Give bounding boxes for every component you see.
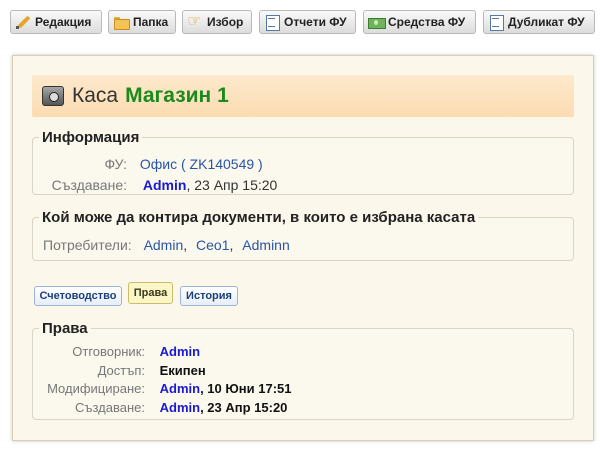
pointing-hand-icon [187, 11, 203, 31]
folder-button[interactable]: Папка [108, 10, 176, 34]
rights-created-row: Създаване: Admin, 23 Апр 15:20 [35, 400, 287, 415]
info-created-date: , 23 Апр 15:20 [186, 177, 278, 193]
folder-icon [113, 14, 130, 30]
rights-created-user-link[interactable]: Admin [160, 400, 200, 415]
access-label: Достъп: [97, 363, 145, 378]
fu-funds-button[interactable]: Средства ФУ [363, 10, 476, 34]
cashbox-panel: Каса Магазин 1 Информация ФУ: Офис ( ZK1… [12, 55, 594, 441]
users-row: Потребители: Admin, Ceo1, Adminn [43, 237, 290, 253]
info-legend: Информация [42, 129, 140, 146]
toolbar: Редакция Папка Избор Отчети ФУ Средства … [0, 0, 600, 44]
access-legend: Кой може да контира документи, в които е… [42, 209, 476, 226]
users-separator: , [183, 237, 188, 253]
owner-row: Отговорник: Admin [35, 344, 200, 359]
owner-link[interactable]: Admin [160, 344, 200, 359]
rights-legend: Права [42, 320, 88, 337]
select-button-label: Избор [207, 15, 244, 29]
fu-duplicate-button[interactable]: Дубликат ФУ [483, 10, 595, 34]
fu-reports-label: Отчети ФУ [284, 15, 347, 29]
duplicate-icon [488, 14, 504, 31]
users-separator: , [229, 237, 234, 253]
title-word: Каса [72, 84, 119, 107]
fu-link[interactable]: Офис ( ZK140549 ) [140, 156, 263, 172]
folder-button-label: Папка [133, 15, 169, 29]
fu-reports-button[interactable]: Отчети ФУ [259, 10, 356, 34]
tab-rights[interactable]: Права [128, 282, 173, 304]
info-created-label: Създаване: [51, 177, 127, 193]
title-name: Магазин 1 [125, 84, 229, 107]
info-created-user-link[interactable]: Admin [143, 177, 187, 193]
user-link-adminn[interactable]: Adminn [242, 237, 289, 253]
page-title: Каса Магазин 1 [32, 75, 574, 117]
users-label: Потребители: [43, 237, 132, 253]
user-link-admin[interactable]: Admin [144, 237, 184, 253]
access-value: Екипен [159, 363, 206, 378]
safe-icon [42, 86, 64, 106]
modified-user-link[interactable]: Admin [160, 381, 200, 396]
modified-row: Модифициране: Admin, 10 Юни 17:51 [35, 381, 291, 396]
rights-created-date: , 23 Апр 15:20 [200, 400, 288, 415]
owner-label: Отговорник: [72, 344, 145, 359]
edit-button[interactable]: Редакция [10, 10, 102, 34]
fu-duplicate-label: Дубликат ФУ [508, 15, 585, 29]
rights-created-label: Създаване: [74, 400, 145, 415]
tab-history[interactable]: История [180, 286, 238, 306]
edit-button-label: Редакция [35, 15, 92, 29]
modified-date: , 10 Юни 17:51 [200, 381, 292, 396]
select-button[interactable]: Избор [182, 10, 252, 34]
report-icon [264, 14, 280, 31]
fu-row: ФУ: Офис ( ZK140549 ) [43, 156, 263, 172]
pencil-icon [15, 14, 31, 30]
access-row: Достъп: Екипен [35, 363, 206, 378]
money-icon [368, 14, 386, 30]
fu-label: ФУ: [104, 156, 128, 172]
user-link-ceo1[interactable]: Ceo1 [196, 237, 229, 253]
access-section: Кой може да контира документи, в които е… [32, 209, 574, 261]
tab-accounting[interactable]: Счетоводство [34, 286, 122, 306]
info-created-row: Създаване: Admin, 23 Апр 15:20 [43, 177, 278, 193]
fu-funds-label: Средства ФУ [388, 15, 466, 29]
modified-label: Модифициране: [47, 381, 145, 396]
